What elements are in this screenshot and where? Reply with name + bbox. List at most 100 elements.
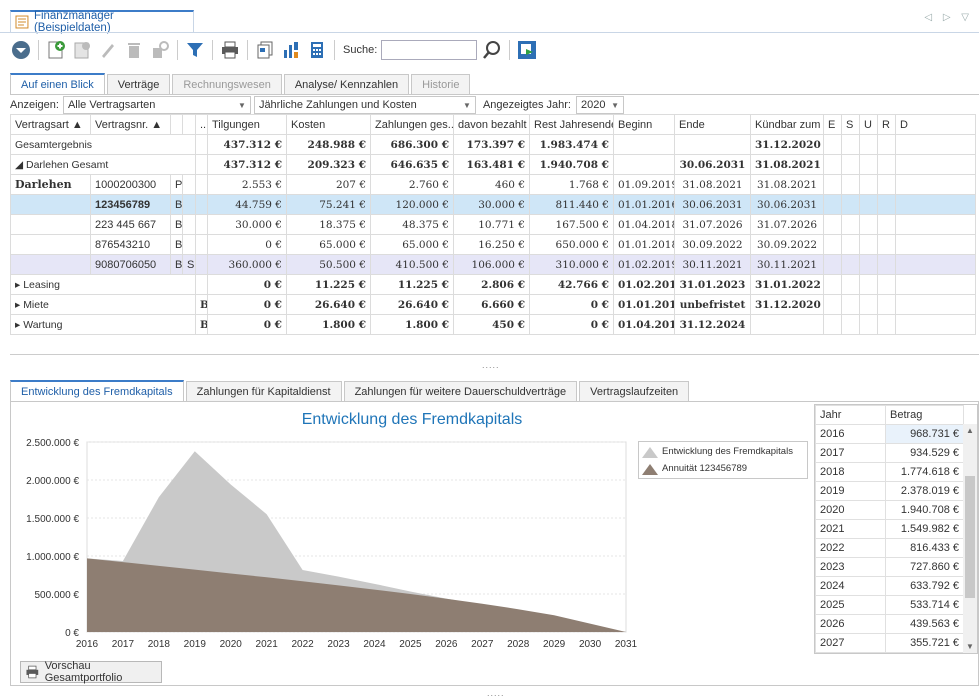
table-row[interactable]: 223 445 667 B 30.000 €18.375 €48.375 €10.7… (10, 214, 976, 235)
cell-end: 31.12.2024 (674, 314, 751, 335)
splitter-grip[interactable]: ..... (482, 360, 500, 370)
window-controls[interactable]: ◁ ▷ ▽ (924, 12, 973, 23)
table-row[interactable]: 2022 816.433 € (815, 538, 964, 558)
col-header-u[interactable]: U (859, 114, 878, 135)
table-row[interactable]: Darlehen 1000200300 P 2.553 €207 €2.760 €46… (10, 174, 976, 195)
chart-tabs: Entwicklung des Fremdkapitals Zahlungen … (10, 380, 691, 401)
contract-type-select[interactable]: Alle Vertragsarten ▼ (62, 96, 251, 114)
year-select[interactable]: 2020 ▼ (576, 96, 624, 114)
preview-portfolio-button[interactable]: Vorschau Gesamtportfolio (20, 660, 162, 684)
col-header-start[interactable]: Beginn (613, 114, 675, 135)
col-header-s[interactable]: S (841, 114, 860, 135)
col-header-end[interactable]: Ende (674, 114, 751, 135)
cell-tilg: 0 € (207, 294, 287, 315)
col-header-cancelable[interactable]: Kündbar zum (750, 114, 824, 135)
table-row[interactable]: ▸ Leasing 0 €11.225 €11.225 €2.806 €42.76… (10, 274, 976, 295)
side-col-amount[interactable]: Betrag (885, 405, 964, 425)
side-scrollbar[interactable]: ▲ ▼ (963, 424, 977, 653)
transfer-button[interactable] (149, 39, 171, 61)
col-header-total-payments[interactable]: Zahlungen ges... (370, 114, 454, 135)
col-header-remaining[interactable]: Rest Jahresende (529, 114, 614, 135)
table-row[interactable]: ▸ MieteB0 €26.640 €26.640 €6.660 €0 €01.… (10, 294, 976, 315)
table-row[interactable]: 2026 439.563 € (815, 614, 964, 634)
chart-report-button[interactable] (280, 39, 302, 61)
panel-splitter[interactable] (10, 354, 979, 355)
y-tick-label: 500.000 € (35, 590, 80, 601)
cell-year: 2026 (815, 614, 886, 634)
table-row[interactable]: 2024 633.792 € (815, 576, 964, 596)
col-header-d[interactable]: D (895, 114, 976, 135)
cell-flag-col (841, 154, 860, 175)
x-tick-label: 2023 (327, 639, 350, 650)
cell-amount: 816.433 € (885, 538, 964, 558)
col-header-repayments[interactable]: Tilgungen (207, 114, 287, 135)
tab-history[interactable]: Historie (411, 74, 471, 94)
tab-other-payments[interactable]: Zahlungen für weitere Dauerschuldverträg… (343, 381, 578, 401)
col-header-contract-type[interactable]: Vertragsart ▲ (10, 114, 91, 135)
table-row[interactable]: 9080706050 B S 360.000 €50.500 €410.500 €10… (10, 254, 976, 275)
calculator-button[interactable] (306, 39, 328, 61)
tab-analysis[interactable]: Analyse/ Kennzahlen (283, 74, 410, 94)
main-tabs: Auf einen Blick Verträge Rechnungswesen … (10, 73, 472, 94)
copy-contract-button[interactable] (71, 39, 93, 61)
scrollbar-thumb[interactable] (965, 476, 975, 598)
table-row[interactable]: 2020 1.940.708 € (815, 500, 964, 520)
table-row[interactable]: ◢ Darlehen Gesamt 437.312 €209.323 €646.6… (10, 154, 976, 175)
tab-overview[interactable]: Auf einen Blick (10, 73, 105, 94)
table-row[interactable]: 2017 934.529 € (815, 443, 964, 463)
tab-contracts[interactable]: Verträge (106, 74, 171, 94)
tab-debt-development[interactable]: Entwicklung des Fremdkapitals (10, 380, 184, 401)
search-input[interactable] (381, 40, 478, 60)
collapse-button[interactable] (10, 39, 32, 61)
table-row[interactable]: 2025 533.714 € (815, 595, 964, 615)
cell-year: 2019 (815, 481, 886, 501)
scroll-up-icon[interactable]: ▲ (966, 426, 974, 435)
table-row[interactable]: 2021 1.549.982 € (815, 519, 964, 539)
table-row[interactable]: ▸ WartungB0 €1.800 €1.800 €450 €0 €01.04… (10, 314, 976, 335)
year-label: Angezeigtes Jahr: (482, 99, 571, 111)
side-header-row: Jahr Betrag (815, 405, 964, 425)
table-row[interactable]: 123456789 B 44.759 €75.241 €120.000 €30.00… (10, 194, 976, 215)
col-header-flag[interactable] (170, 114, 183, 135)
cell-flag-col (823, 254, 842, 275)
pages-button[interactable] (254, 39, 276, 61)
search-button[interactable] (481, 39, 503, 61)
table-row[interactable]: 2018 1.774.618 € (815, 462, 964, 482)
table-row[interactable]: 2023 727.860 € (815, 557, 964, 577)
col-header-more[interactable]: ... (195, 114, 208, 135)
table-row[interactable]: Gesamtergebnis 437.312 €248.988 €686.300 … (10, 134, 976, 155)
scroll-down-icon[interactable]: ▼ (966, 642, 974, 651)
cell-rest: 0 € (529, 314, 614, 335)
export-button[interactable] (516, 39, 538, 61)
filter-button[interactable] (184, 39, 206, 61)
cell-amount: 439.563 € (885, 614, 964, 634)
cell-flag-col (859, 294, 878, 315)
tab-debt-service[interactable]: Zahlungen für Kapitaldienst (185, 381, 342, 401)
cell-tilg: 437.312 € (207, 134, 287, 155)
col-header-flag-2[interactable] (182, 114, 196, 135)
col-header-contract-no[interactable]: Vertragsnr. ▲ (90, 114, 171, 135)
table-row[interactable]: 2027 355.721 € (815, 633, 964, 653)
edit-button[interactable] (97, 39, 119, 61)
document-tab[interactable]: Finanzmanager (Beispieldaten) (10, 10, 194, 34)
table-row[interactable]: 876543210 B 0 €65.000 €65.000 €16.250 €650… (10, 234, 976, 255)
view-select[interactable]: Jährliche Zahlungen und Kosten ▼ (253, 96, 476, 114)
side-col-year[interactable]: Jahr (815, 405, 886, 425)
cell-kost: 209.323 € (286, 154, 371, 175)
x-tick-label: 2018 (148, 639, 171, 650)
tab-contract-terms[interactable]: Vertragslaufzeiten (579, 381, 690, 401)
table-row[interactable]: 2019 2.378.019 € (815, 481, 964, 501)
table-row[interactable]: 2016 968.731 € (815, 424, 964, 444)
col-header-paid[interactable]: davon bezahlt (453, 114, 530, 135)
new-contract-button[interactable] (45, 39, 67, 61)
print-button[interactable] (219, 39, 241, 61)
bottom-splitter-grip[interactable]: ..... (487, 688, 505, 698)
tab-accounting[interactable]: Rechnungswesen (172, 74, 282, 94)
delete-button[interactable] (123, 39, 145, 61)
col-header-e[interactable]: E (823, 114, 842, 135)
table-row[interactable]: 2028264.014 € (815, 652, 964, 653)
col-header-r[interactable]: R (877, 114, 896, 135)
col-header-costs[interactable]: Kosten (286, 114, 371, 135)
cell-rest: 0 € (529, 294, 614, 315)
cell-cancelable: 30.06.2031 (750, 194, 824, 215)
